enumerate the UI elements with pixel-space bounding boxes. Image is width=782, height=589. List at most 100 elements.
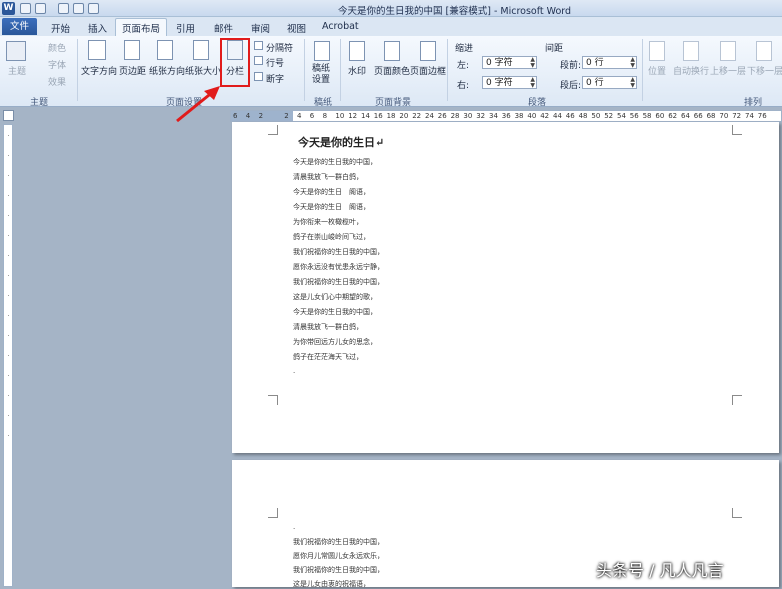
ruler-number: 16 xyxy=(373,112,383,120)
ruler-tick: · xyxy=(7,173,10,180)
tab-view[interactable]: 视图 xyxy=(287,21,306,35)
ruler-number: 36 xyxy=(501,112,511,120)
line-numbers-button[interactable]: 行号 xyxy=(266,56,284,69)
indent-right-label: 右: xyxy=(457,81,470,91)
text-line[interactable]: 我们祝福你的生日我的中国， xyxy=(293,277,384,287)
indent-right-value: 0 字符 xyxy=(486,78,513,88)
ruler-number: 6 xyxy=(309,112,315,120)
open-icon[interactable] xyxy=(88,3,99,14)
tab-acrobat[interactable]: Acrobat xyxy=(322,21,359,32)
text-line[interactable]: 我们祝福你的生日我的中国， xyxy=(293,565,384,575)
tab-references[interactable]: 引用 xyxy=(176,21,195,35)
text-line[interactable]: 今天是你的生日 阁语， xyxy=(293,187,370,197)
tab-insert[interactable]: 插入 xyxy=(88,21,107,35)
ruler-tick: · xyxy=(7,373,10,380)
text-line[interactable]: 今天是你的生日我的中国， xyxy=(293,307,377,317)
text-line[interactable]: 这是儿女们心中期望的歌， xyxy=(293,292,377,302)
spacing-after-input[interactable]: 0 行 ▲ ▼ xyxy=(582,76,637,89)
group-divider xyxy=(340,39,341,101)
theme-colors-button[interactable]: 颜色 xyxy=(48,41,66,54)
orientation-button[interactable]: 纸张方向 xyxy=(149,64,185,77)
draft-paper-button[interactable]: 稿纸设置 xyxy=(312,64,334,86)
ruler-tick: · xyxy=(7,193,10,200)
watermark-button[interactable]: 水印 xyxy=(348,64,366,77)
breaks-button[interactable]: 分隔符 xyxy=(266,41,293,54)
size-button[interactable]: 纸张大小 xyxy=(185,64,221,77)
save-icon[interactable] xyxy=(20,3,31,14)
tab-selector[interactable] xyxy=(3,110,14,121)
tab-file[interactable]: 文件 xyxy=(2,18,37,35)
text-line[interactable]: 我们祝福你的生日我的中国， xyxy=(293,537,384,547)
word-app-icon[interactable]: W xyxy=(2,2,15,15)
indent-left-label: 左: xyxy=(457,61,470,71)
group-label-draft: 稿纸 xyxy=(314,98,333,108)
indent-right-input[interactable]: 0 字符 ▲ ▼ xyxy=(482,76,537,89)
ruler-number: 42 xyxy=(540,112,550,120)
spin-arrows-icon[interactable]: ▲ ▼ xyxy=(630,57,635,69)
text-line[interactable]: 愿你月儿常圆儿女永远欢乐， xyxy=(293,551,384,561)
text-line[interactable]: 今天是你的生日我的中国， xyxy=(293,157,377,167)
send-backward-button[interactable]: 下移一层 xyxy=(747,64,782,77)
ruler-number: 60 xyxy=(655,112,665,120)
hyphenation-button[interactable]: 断字 xyxy=(266,72,284,85)
title-bar: W 今天是你的生日我的中国 [兼容模式] - Microsoft Word xyxy=(0,0,782,17)
tab-page-layout[interactable]: 页面布局 xyxy=(115,18,168,36)
group-divider xyxy=(642,39,643,101)
spin-arrows-icon[interactable]: ▲ ▼ xyxy=(630,77,635,89)
text-line[interactable]: 鸽子在茫茫海天飞过， xyxy=(293,352,363,362)
draft-paper-icon xyxy=(314,41,330,61)
page-color-icon xyxy=(384,41,400,61)
text-line[interactable]: 为你衔来一枚橄榄叶， xyxy=(293,217,363,227)
theme-effects-button[interactable]: 效果 xyxy=(48,75,66,88)
page-borders-button[interactable]: 页面边框 xyxy=(410,64,446,77)
themes-icon[interactable] xyxy=(6,41,26,61)
text-line[interactable]: 清晨我放飞一群白鸽， xyxy=(293,322,363,332)
wrap-text-icon xyxy=(683,41,699,61)
themes-button[interactable]: 主题 xyxy=(8,64,26,77)
vertical-ruler[interactable]: · · · · · · · · · · · · · · · · xyxy=(3,124,13,587)
ruler-number: 50 xyxy=(591,112,601,120)
ruler-number: 58 xyxy=(642,112,652,120)
ruler-number: 68 xyxy=(706,112,716,120)
text-line[interactable]: 清晨我放飞一群白鸽， xyxy=(293,172,363,182)
ruler-number: 14 xyxy=(361,112,370,120)
undo-icon[interactable] xyxy=(35,3,46,14)
horizontal-ruler[interactable]: 6 4 2 2 4 6 8 10 12 14 16 18 20 22 24 26 28 30 32 34 36 38 40 4… xyxy=(230,110,782,122)
text-line[interactable]: 为你带回远方儿女的思念， xyxy=(293,337,377,347)
page-color-button[interactable]: 页面颜色 xyxy=(374,64,410,77)
text-line[interactable]: 鸽子在崇山峻岭间飞过， xyxy=(293,232,370,242)
redo-icon[interactable] xyxy=(58,3,69,14)
ruler-number: 18 xyxy=(386,112,396,120)
text-direction-button[interactable]: 文字方向 xyxy=(81,64,117,77)
watermark-icon xyxy=(349,41,365,61)
indent-left-input[interactable]: 0 字符 ▲ ▼ xyxy=(482,56,537,69)
watermark-text: 头条号 / 凡人凡言 xyxy=(596,561,724,580)
text-line[interactable]: 今天是你的生日 阁语， xyxy=(293,202,370,212)
text-line[interactable]: . xyxy=(293,523,295,531)
wrap-text-button[interactable]: 自动换行 xyxy=(673,64,709,77)
print-preview-icon[interactable] xyxy=(73,3,84,14)
text-line[interactable]: 这是儿女由衷的祝福语， xyxy=(293,579,370,589)
text-line[interactable]: 我们祝福你的生日我的中国， xyxy=(293,247,384,257)
spin-arrows-icon[interactable]: ▲ ▼ xyxy=(530,57,535,69)
tab-home[interactable]: 开始 xyxy=(51,21,70,35)
position-button[interactable]: 位置 xyxy=(648,64,666,77)
group-divider xyxy=(304,39,305,101)
tab-mailings[interactable]: 邮件 xyxy=(214,21,233,35)
text-line[interactable]: . xyxy=(293,367,295,375)
ruler-number: 8 xyxy=(322,112,328,120)
ruler-number: 4 xyxy=(245,112,251,120)
theme-fonts-button[interactable]: 字体 xyxy=(48,58,66,71)
text-line[interactable]: 愿你永远没有忧患永远宁静， xyxy=(293,262,384,272)
ruler-number: 28 xyxy=(450,112,460,120)
bring-forward-button[interactable]: 上移一层 xyxy=(710,64,746,77)
ruler-number: 66 xyxy=(693,112,703,120)
spin-arrows-icon[interactable]: ▲ ▼ xyxy=(530,77,535,89)
ruler-number: 2 xyxy=(258,112,264,120)
tab-review[interactable]: 审阅 xyxy=(251,21,270,35)
spacing-before-input[interactable]: 0 行 ▲ ▼ xyxy=(582,56,637,69)
ribbon-tabs: 文件 开始 插入 页面布局 引用 邮件 审阅 视图 Acrobat xyxy=(0,17,782,36)
document-page-1[interactable]: 今天是你的生日↵ 今天是你的生日我的中国， 清晨我放飞一群白鸽， 今天是你的生日 阁… xyxy=(232,122,779,453)
margins-button[interactable]: 页边距 xyxy=(119,64,146,77)
ruler-tick: · xyxy=(7,213,10,220)
